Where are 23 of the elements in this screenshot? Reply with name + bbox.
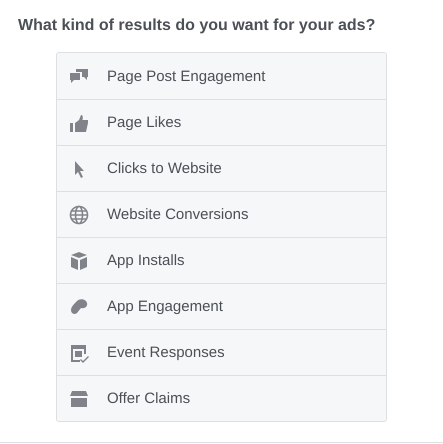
- option-item[interactable]: Page Likes: [57, 99, 386, 145]
- option-item[interactable]: Clicks to Website: [57, 145, 386, 191]
- option-label: App Installs: [107, 252, 185, 269]
- option-label: Event Responses: [107, 344, 225, 361]
- globe-icon: [69, 204, 89, 224]
- option-label: Page Post Engagement: [107, 68, 266, 84]
- option-label: Website Conversions: [107, 206, 248, 223]
- option-label: Page Likes: [107, 114, 182, 131]
- option-item[interactable]: App Installs: [57, 237, 386, 283]
- storefront-icon: [69, 388, 89, 408]
- box-icon: [69, 250, 89, 270]
- option-label: App Engagement: [107, 298, 223, 315]
- thumbs-up-icon: [69, 112, 89, 132]
- option-item[interactable]: App Engagement: [57, 283, 386, 329]
- option-item[interactable]: Website Conversions: [57, 191, 386, 237]
- calendar-icon: [69, 342, 89, 362]
- speech-bubbles-icon: [69, 66, 89, 86]
- option-label: Offer Claims: [107, 390, 190, 407]
- option-item[interactable]: Page Post Engagement: [57, 53, 386, 99]
- option-item[interactable]: Event Responses: [57, 329, 386, 375]
- option-label: Clicks to Website: [107, 160, 222, 177]
- option-item[interactable]: Offer Claims: [57, 375, 386, 421]
- question-heading: What kind of results do you want for your ads?: [17, 16, 376, 36]
